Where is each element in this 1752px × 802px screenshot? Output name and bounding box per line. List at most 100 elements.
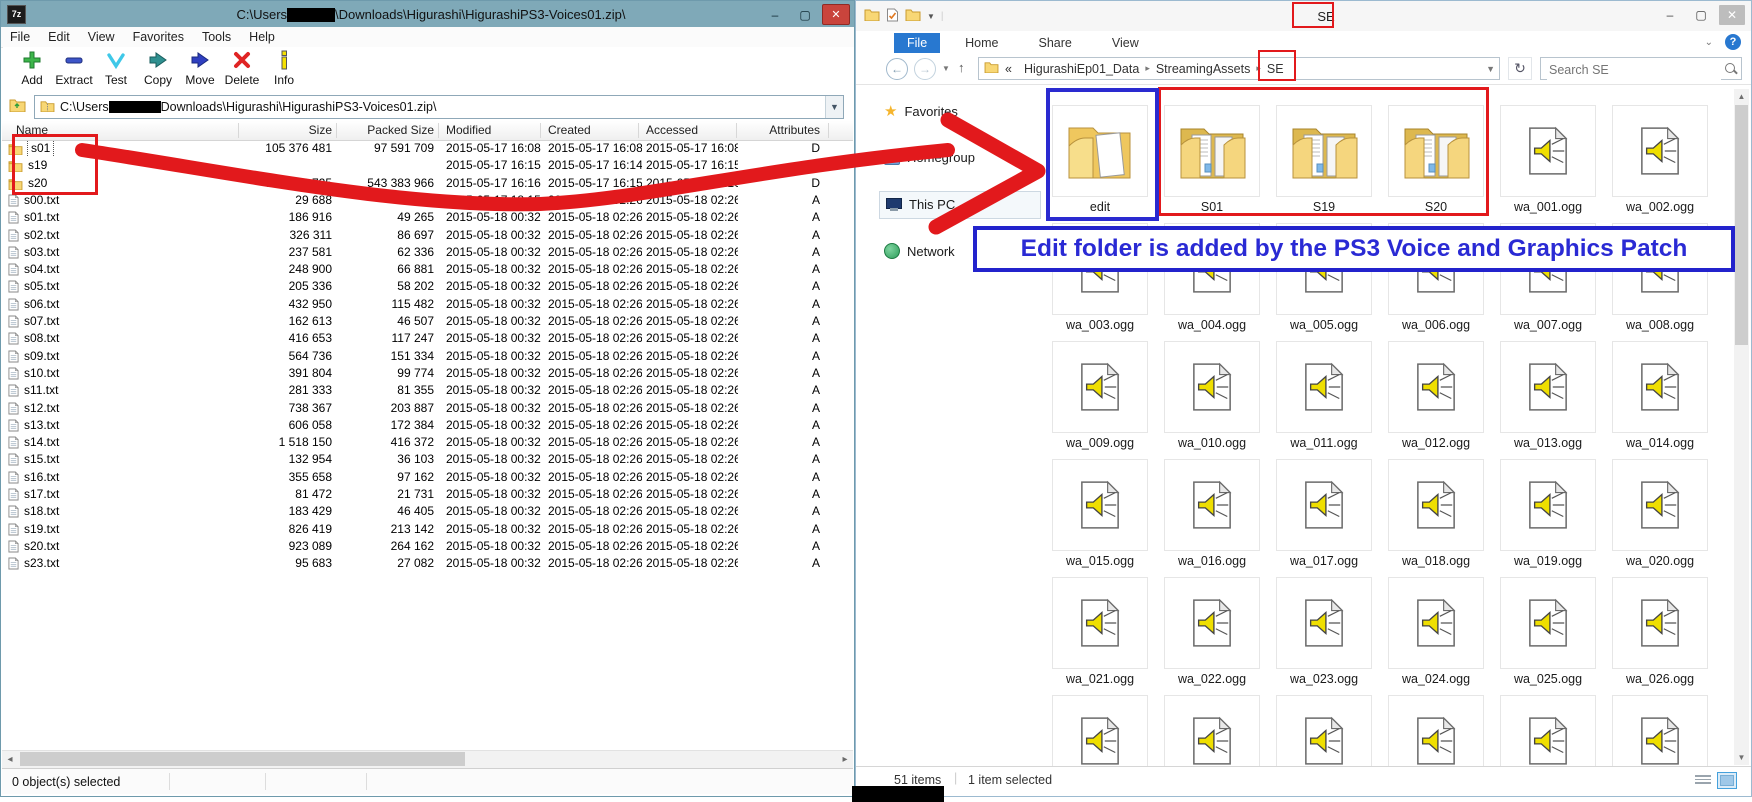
move-button[interactable]: Move xyxy=(179,47,221,87)
archive-path-combobox[interactable]: C:\UsersDownloads\Higurashi\HigurashiPS3… xyxy=(34,95,844,119)
zip-row[interactable]: s23.txt95 68327 0822015-05-18 00:322015-… xyxy=(2,555,853,572)
add-button[interactable]: Add xyxy=(11,47,53,87)
grid-item-file[interactable]: wa_019.ogg xyxy=(1500,459,1596,568)
zip-row[interactable]: s20580 093 725543 383 9662015-05-17 16:1… xyxy=(2,175,853,192)
large-icons-view-icon[interactable] xyxy=(1717,772,1737,789)
zip-row[interactable]: s03.txt237 58162 3362015-05-18 00:322015… xyxy=(2,244,853,261)
search-icon[interactable] xyxy=(1725,63,1735,73)
refresh-icon[interactable]: ↻ xyxy=(1508,57,1532,80)
maximize-button[interactable]: ▢ xyxy=(792,5,818,24)
extract-button[interactable]: Extract xyxy=(53,47,95,87)
grid-item-file[interactable]: wa_001.ogg xyxy=(1500,105,1596,214)
zip-row[interactable]: s14.txt1 518 150416 3722015-05-18 00:322… xyxy=(2,434,853,451)
zip-row[interactable]: s01.txt186 91649 2652015-05-18 00:322015… xyxy=(2,209,853,226)
folder-icon[interactable] xyxy=(864,8,880,24)
grid-item-file[interactable]: wa_008.ogg xyxy=(1612,223,1708,332)
up-icon[interactable]: ↑ xyxy=(958,60,965,75)
grid-item-file[interactable]: wa_023.ogg xyxy=(1276,577,1372,686)
grid-item-file[interactable]: wa_003.ogg xyxy=(1052,223,1148,332)
grid-item-file[interactable]: wa_020.ogg xyxy=(1612,459,1708,568)
sidebar-item-favorites[interactable]: ★Favorites xyxy=(884,102,958,120)
sidebar-item-this-pc[interactable]: This PC xyxy=(886,197,955,212)
scroll-right-icon[interactable]: ▸ xyxy=(837,751,853,767)
tab-file[interactable]: File xyxy=(894,33,940,53)
grid-item-file[interactable]: wa_026.ogg xyxy=(1612,577,1708,686)
tab-home[interactable]: Home xyxy=(952,33,1011,53)
sidebar-item-network[interactable]: Network xyxy=(884,243,955,259)
sevenzip-titlebar[interactable]: 7z C:\Users\Downloads\Higurashi\Higurash… xyxy=(1,1,854,27)
menu-tools[interactable]: Tools xyxy=(193,30,240,44)
zip-row[interactable]: s18.txt183 42946 4052015-05-18 00:322015… xyxy=(2,503,853,520)
zip-row[interactable]: s19.txt826 419213 1422015-05-18 00:32201… xyxy=(2,521,853,538)
maximize-button[interactable]: ▢ xyxy=(1688,5,1714,25)
grid-item-file[interactable]: wa_002.ogg xyxy=(1612,105,1708,214)
zip-row[interactable]: s15.txt132 95436 1032015-05-18 00:322015… xyxy=(2,451,853,468)
grid-item-file[interactable]: wa_022.ogg xyxy=(1164,577,1260,686)
grid-item-file[interactable]: wa_005.ogg xyxy=(1276,223,1372,332)
zip-row[interactable]: s02.txt326 31186 6972015-05-18 00:322015… xyxy=(2,227,853,244)
tab-view[interactable]: View xyxy=(1099,33,1152,53)
zip-row[interactable]: s17.txt81 47221 7312015-05-18 00:322015-… xyxy=(2,486,853,503)
grid-item-file[interactable]: wa_011.ogg xyxy=(1276,341,1372,450)
grid-item-file[interactable]: wa_018.ogg xyxy=(1388,459,1484,568)
column-header-modified[interactable]: Modified xyxy=(446,121,544,140)
new-folder-icon[interactable] xyxy=(905,8,921,24)
zip-row[interactable]: s10.txt391 80499 7742015-05-18 00:322015… xyxy=(2,365,853,382)
column-header-packed-size[interactable]: Packed Size xyxy=(338,121,434,140)
grid-item-file[interactable]: wa_009.ogg xyxy=(1052,341,1148,450)
grid-item-file[interactable]: wa_017.ogg xyxy=(1276,459,1372,568)
scroll-up-icon[interactable]: ▲ xyxy=(1734,89,1749,104)
zip-row[interactable]: s12.txt738 367203 8872015-05-18 00:32201… xyxy=(2,400,853,417)
grid-item-folder[interactable]: S20 xyxy=(1388,105,1484,214)
zip-row[interactable]: s01105 376 48197 591 7092015-05-17 16:08… xyxy=(2,140,853,157)
explorer-titlebar[interactable]: ▼ | SE – ▢ ✕ xyxy=(856,1,1751,31)
zip-row[interactable]: s192015-05-17 16:152015-05-17 16:142015-… xyxy=(2,157,853,174)
address-dropdown-icon[interactable]: ▼ xyxy=(1486,64,1495,74)
zip-row[interactable]: s16.txt355 65897 1622015-05-18 00:322015… xyxy=(2,469,853,486)
zip-row[interactable]: s04.txt248 90066 8812015-05-18 00:322015… xyxy=(2,261,853,278)
close-button[interactable]: ✕ xyxy=(1719,5,1745,25)
grid-item-folder[interactable]: S01 xyxy=(1164,105,1260,214)
minimize-button[interactable]: – xyxy=(1657,5,1683,25)
zip-row[interactable]: s00.txt29 6881 5612015-05-17 18:152015-0… xyxy=(2,192,853,209)
qat-dropdown-icon[interactable]: ▼ xyxy=(927,12,935,21)
column-header-name[interactable]: Name xyxy=(16,121,48,140)
grid-item-file[interactable]: wa_025.ogg xyxy=(1500,577,1596,686)
search-input[interactable] xyxy=(1547,59,1721,80)
help-icon[interactable]: ? xyxy=(1725,34,1741,50)
grid-item-file[interactable]: wa_012.ogg xyxy=(1388,341,1484,450)
history-dropdown-icon[interactable]: ▼ xyxy=(942,64,950,73)
zip-row[interactable]: s06.txt432 950115 4822015-05-18 00:32201… xyxy=(2,296,853,313)
zip-row[interactable]: s20.txt923 089264 1622015-05-18 00:32201… xyxy=(2,538,853,555)
menu-file[interactable]: File xyxy=(1,30,39,44)
forward-icon[interactable]: → xyxy=(914,58,936,80)
menu-edit[interactable]: Edit xyxy=(39,30,79,44)
vertical-scrollbar[interactable]: ▲ ▼ xyxy=(1734,89,1749,765)
column-header-accessed[interactable]: Accessed xyxy=(646,121,738,140)
zip-row[interactable]: s05.txt205 33658 2022015-05-18 00:322015… xyxy=(2,278,853,295)
breadcrumb-segment-current[interactable]: SE xyxy=(1267,62,1284,76)
combobox-dropdown-icon[interactable]: ▼ xyxy=(825,96,843,118)
close-button[interactable]: ✕ xyxy=(822,4,850,25)
grid-item-file[interactable]: wa_016.ogg xyxy=(1164,459,1260,568)
grid-item-file[interactable]: wa_015.ogg xyxy=(1052,459,1148,568)
breadcrumb-segment[interactable]: HigurashiEp01_Data xyxy=(1024,62,1139,76)
info-button[interactable]: Info xyxy=(263,47,305,87)
copy-button[interactable]: Copy xyxy=(137,47,179,87)
grid-item-file[interactable]: wa_013.ogg xyxy=(1500,341,1596,450)
horizontal-scrollbar[interactable]: ◂ ▸ xyxy=(2,750,853,768)
back-icon[interactable]: ← xyxy=(886,58,908,80)
minimize-button[interactable]: – xyxy=(762,5,788,24)
grid-item-file[interactable]: wa_024.ogg xyxy=(1388,577,1484,686)
ribbon-collapse-icon[interactable]: ⌄ xyxy=(1705,37,1713,48)
column-header-attributes[interactable]: Attributes xyxy=(738,121,820,140)
zip-row[interactable]: s07.txt162 61346 5072015-05-18 00:322015… xyxy=(2,313,853,330)
zip-row[interactable]: s13.txt606 058172 3842015-05-18 00:32201… xyxy=(2,417,853,434)
test-button[interactable]: Test xyxy=(95,47,137,87)
grid-item-file[interactable]: wa_010.ogg xyxy=(1164,341,1260,450)
grid-item-folder[interactable]: S19 xyxy=(1276,105,1372,214)
folder-history-icon[interactable] xyxy=(9,98,26,117)
breadcrumb-segment[interactable]: StreamingAssets xyxy=(1156,62,1250,76)
crumb-overflow[interactable]: « xyxy=(1005,62,1012,76)
column-header-size[interactable]: Size xyxy=(240,121,332,140)
